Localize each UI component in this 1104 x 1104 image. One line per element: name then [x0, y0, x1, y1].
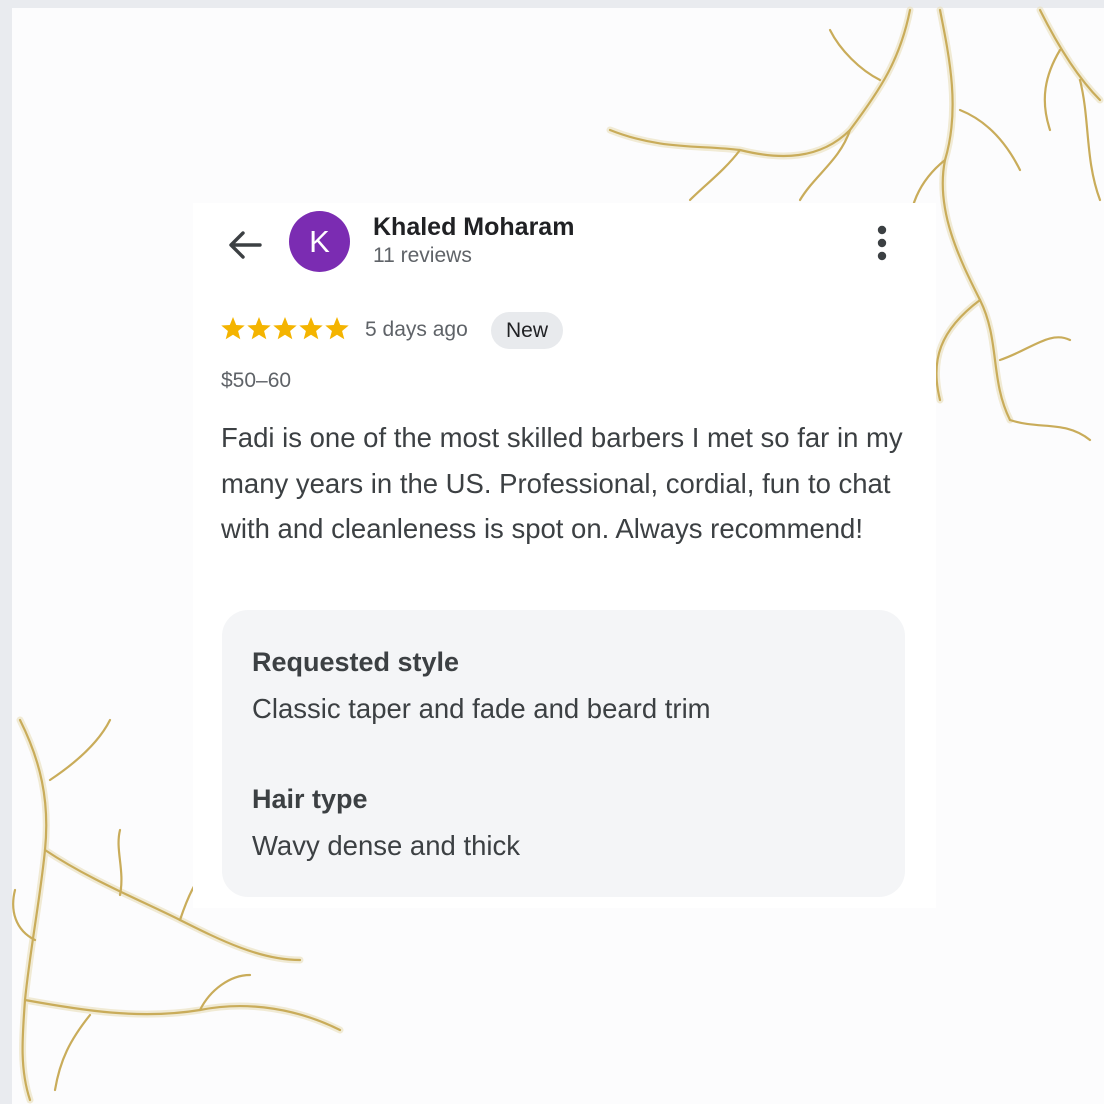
- review-card: K Khaled Moharam 11 reviews 5 days ago N…: [193, 203, 936, 908]
- requested-style-value: Classic taper and fade and beard trim: [252, 693, 711, 724]
- star-icon: [299, 317, 323, 340]
- more-options-button[interactable]: [863, 221, 901, 265]
- review-count: 11 reviews: [373, 244, 472, 267]
- star-icon: [221, 317, 245, 340]
- review-attributes-panel: Requested style Classic taper and fade a…: [222, 610, 905, 897]
- review-text: Fadi is one of the most skilled barbers …: [221, 422, 903, 544]
- star-rating: [221, 317, 349, 340]
- avatar[interactable]: K: [289, 211, 350, 272]
- hair-type-label: Hair type: [252, 784, 368, 814]
- more-vertical-icon: [877, 225, 887, 261]
- review-date: 5 days ago: [365, 318, 468, 341]
- reviewer-name[interactable]: Khaled Moharam: [373, 213, 574, 242]
- back-button[interactable]: [225, 225, 265, 265]
- star-icon: [273, 317, 297, 340]
- price-range: $50–60: [221, 369, 292, 392]
- arrow-left-icon: [229, 231, 262, 259]
- star-icon: [325, 317, 349, 340]
- star-icon: [247, 317, 271, 340]
- new-badge: New: [491, 312, 564, 349]
- hair-type-value: Wavy dense and thick: [252, 830, 521, 861]
- requested-style-label: Requested style: [252, 647, 460, 677]
